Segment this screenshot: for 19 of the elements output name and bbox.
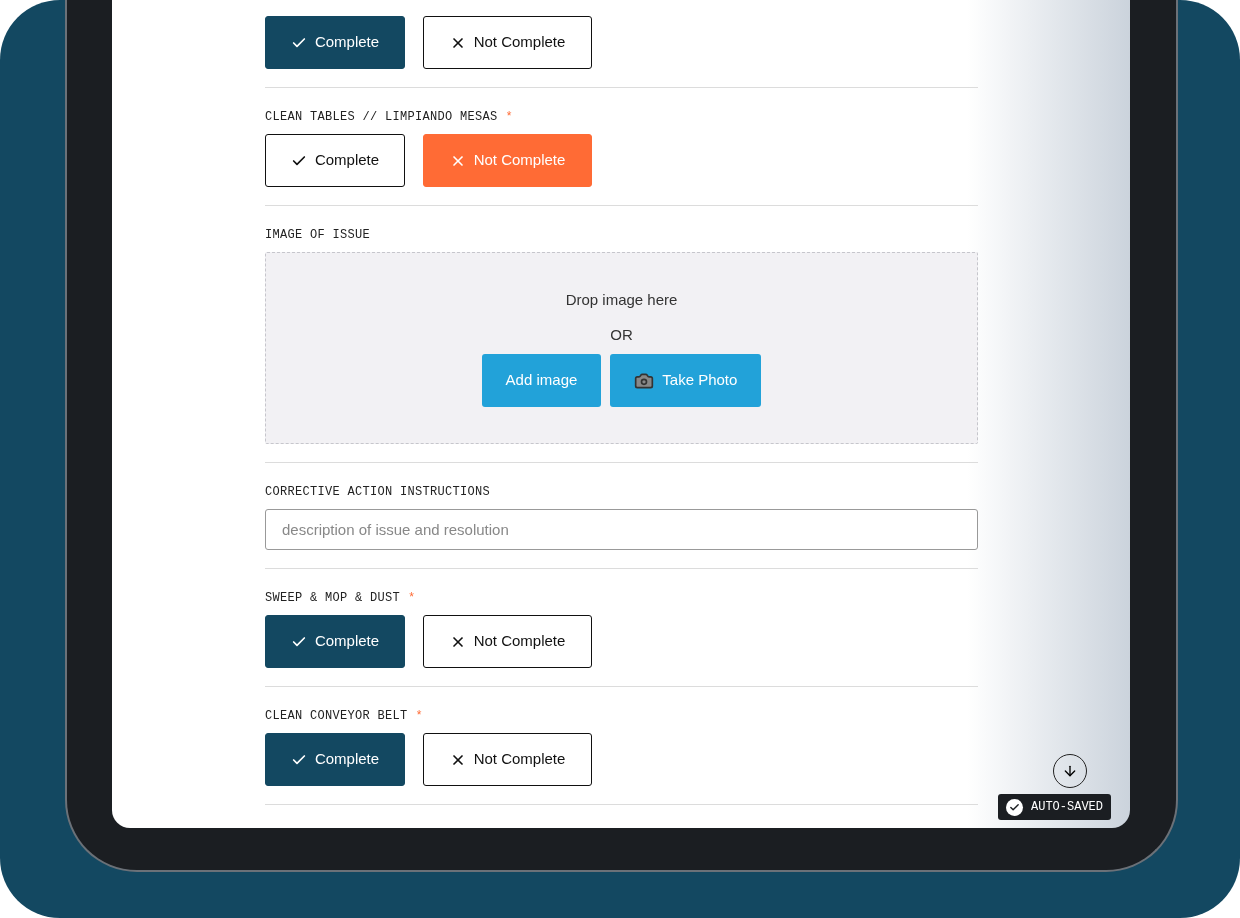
field-label: CLEAN CONVEYOR BELT <box>265 708 408 725</box>
not-complete-button[interactable]: Not Complete <box>423 615 592 668</box>
field-label: CORRECTIVE ACTION INSTRUCTIONS <box>265 484 491 501</box>
or-text: OR <box>610 324 633 345</box>
required-mark: * <box>408 590 416 607</box>
field-label: CLEAN TABLES // LIMPIANDO MESAS <box>265 109 498 126</box>
corrective-action-field[interactable]: description of issue and resolution <box>265 509 978 550</box>
complete-button[interactable]: Complete <box>265 733 405 786</box>
not-complete-button[interactable]: Not Complete <box>423 733 592 786</box>
field-label: IMAGE OF ISSUE <box>265 227 371 244</box>
field-label: SWEEP & MOP & DUST <box>265 590 401 607</box>
complete-button[interactable]: Complete <box>265 615 405 668</box>
not-complete-button[interactable]: Not Complete <box>423 16 592 69</box>
complete-button[interactable]: Complete <box>265 134 405 187</box>
required-mark: * <box>505 109 514 126</box>
complete-button[interactable]: Complete <box>265 16 405 69</box>
drop-hint: Drop image here <box>565 290 678 310</box>
required-mark: * <box>415 708 424 725</box>
auto-saved-text: AUTO-SAVED <box>1031 799 1103 816</box>
